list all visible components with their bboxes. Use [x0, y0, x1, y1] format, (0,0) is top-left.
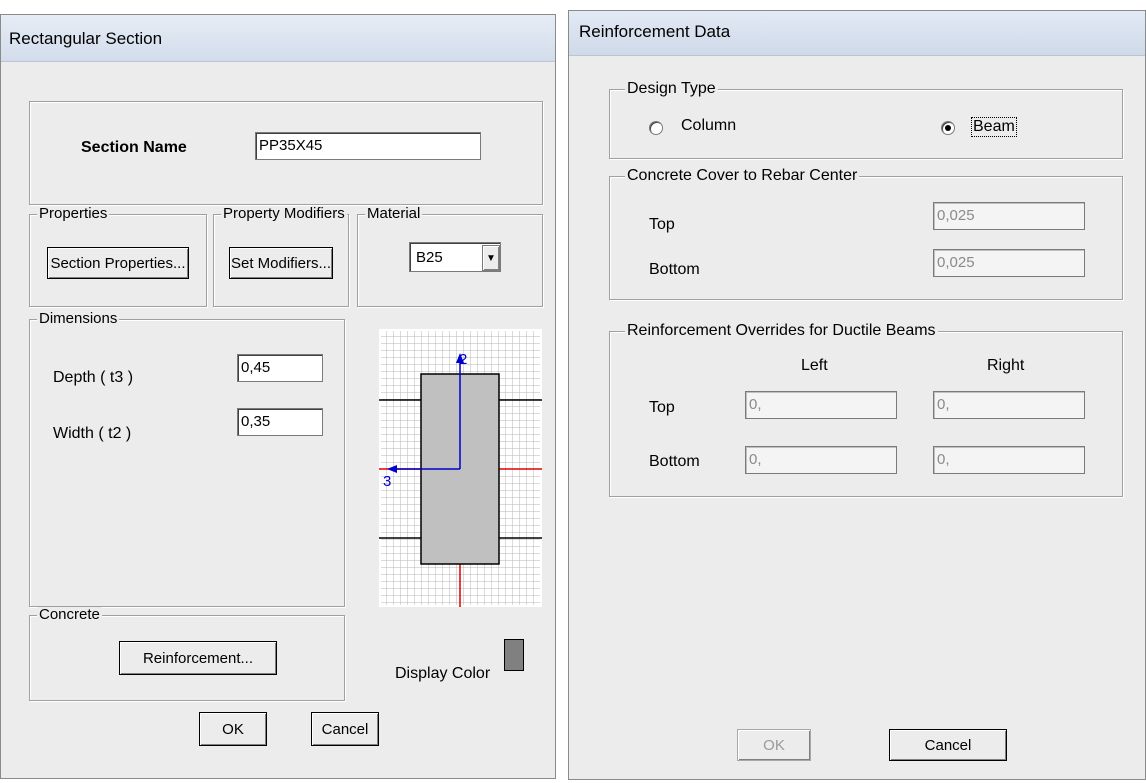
overrides-legend: Reinforcement Overrides for Ductile Beam… — [625, 322, 938, 339]
column-radio[interactable] — [649, 121, 663, 135]
dialog-title: Rectangular Section — [9, 29, 163, 48]
rectangular-section-dialog: Rectangular Section Section Name PP35X45… — [0, 14, 556, 779]
left-column-header: Left — [801, 357, 828, 374]
width-label: Width ( t2 ) — [53, 425, 132, 442]
override-top-label: Top — [649, 399, 675, 416]
material-value: B25 — [416, 249, 443, 266]
selected-dot-icon — [945, 125, 951, 131]
properties-legend: Properties — [37, 205, 110, 222]
dialog-title: Reinforcement Data — [579, 22, 731, 41]
cover-top-label: Top — [649, 216, 675, 233]
bottom-left-input[interactable]: 0, — [745, 446, 897, 474]
reinforcement-data-dialog: Reinforcement Data Design Type Column Be… — [568, 10, 1146, 780]
chevron-down-icon[interactable]: ▼ — [482, 245, 500, 271]
material-select[interactable]: B25 ▼ — [409, 242, 501, 272]
design-type-legend: Design Type — [625, 80, 718, 97]
concrete-cover-group — [609, 176, 1123, 300]
beam-option-label[interactable]: Beam — [971, 117, 1017, 137]
dimensions-legend: Dimensions — [37, 310, 120, 327]
set-modifiers-button[interactable]: Set Modifiers... — [229, 247, 333, 279]
section-properties-button[interactable]: Section Properties... — [47, 247, 189, 279]
right-column-header: Right — [987, 357, 1025, 374]
display-color-swatch[interactable] — [504, 639, 524, 671]
material-legend: Material — [365, 205, 423, 222]
section-preview: 2 3 — [379, 329, 542, 607]
bottom-right-input[interactable]: 0, — [933, 446, 1085, 474]
ok-button[interactable]: OK — [737, 729, 811, 761]
cover-bottom-input[interactable]: 0,025 — [933, 249, 1085, 277]
beam-radio[interactable] — [941, 121, 955, 135]
axis-2-label: 2 — [459, 351, 468, 368]
cover-bottom-label: Bottom — [649, 261, 700, 278]
top-right-input[interactable]: 0, — [933, 391, 1085, 419]
section-preview-drawing — [379, 329, 542, 607]
cancel-button[interactable]: Cancel — [889, 729, 1007, 761]
column-option-label[interactable]: Column — [681, 117, 736, 135]
concrete-legend: Concrete — [37, 606, 102, 623]
depth-label: Depth ( t3 ) — [53, 369, 134, 386]
width-input[interactable]: 0,35 — [237, 408, 323, 436]
section-name-input[interactable]: PP35X45 — [255, 132, 481, 160]
display-color-label: Display Color — [395, 665, 491, 682]
depth-input[interactable]: 0,45 — [237, 354, 323, 382]
axis-3-label: 3 — [383, 473, 392, 490]
title-bar: Reinforcement Data — [569, 11, 1145, 56]
top-left-input[interactable]: 0, — [745, 391, 897, 419]
property-modifiers-legend: Property Modifiers — [221, 205, 347, 222]
concrete-cover-legend: Concrete Cover to Rebar Center — [625, 167, 860, 184]
cancel-button[interactable]: Cancel — [311, 712, 379, 746]
section-name-label: Section Name — [81, 139, 187, 156]
title-bar: Rectangular Section — [1, 15, 555, 62]
cover-top-input[interactable]: 0,025 — [933, 202, 1085, 230]
ok-button[interactable]: OK — [199, 712, 267, 746]
reinforcement-button[interactable]: Reinforcement... — [119, 641, 277, 675]
override-bottom-label: Bottom — [649, 453, 700, 470]
